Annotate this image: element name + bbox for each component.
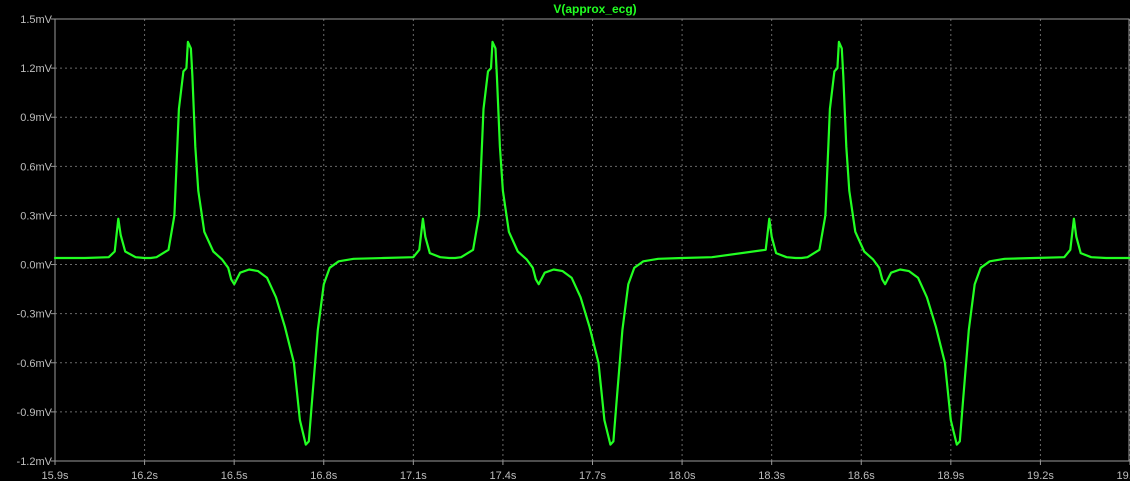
x-tick-label: 17.4s — [489, 470, 516, 481]
x-tick-label: 19.5s — [1117, 470, 1130, 481]
x-tick-label: 15.9s — [42, 470, 69, 481]
y-tick-label: 1.5mV — [20, 14, 52, 26]
chart-title[interactable]: V(approx_ecg) — [553, 2, 636, 16]
y-tick-label: 0.9mV — [20, 112, 52, 124]
x-tick-label: 18.9s — [937, 470, 964, 481]
x-tick-label: 18.3s — [758, 470, 785, 481]
y-tick-label: 1.2mV — [20, 63, 52, 75]
x-tick-label: 19.2s — [1027, 470, 1054, 481]
x-tick-label: 18.0s — [669, 470, 696, 481]
y-tick-label: -0.3mV — [17, 309, 53, 321]
x-tick-label: 16.8s — [310, 470, 337, 481]
x-tick-label: 18.6s — [848, 470, 875, 481]
x-tick-label: 16.5s — [221, 470, 248, 481]
ecg-plot[interactable]: 15.9s 16.2s 16.5s 16.8s 17.1s 17.4s 17.7s 18.0s… — [0, 0, 1130, 481]
y-tick-label: 0.3mV — [20, 210, 52, 222]
y-tick-label: -0.6mV — [17, 358, 53, 370]
y-tick-label: 0.6mV — [20, 161, 52, 173]
x-tick-label: 17.1s — [400, 470, 427, 481]
x-tick-label: 17.7s — [579, 470, 606, 481]
y-tick-label: -0.9mV — [17, 407, 53, 419]
x-tick-label: 16.2s — [131, 470, 158, 481]
y-tick-label: 0.0mV — [20, 260, 52, 272]
y-tick-label: -1.2mV — [17, 456, 53, 468]
